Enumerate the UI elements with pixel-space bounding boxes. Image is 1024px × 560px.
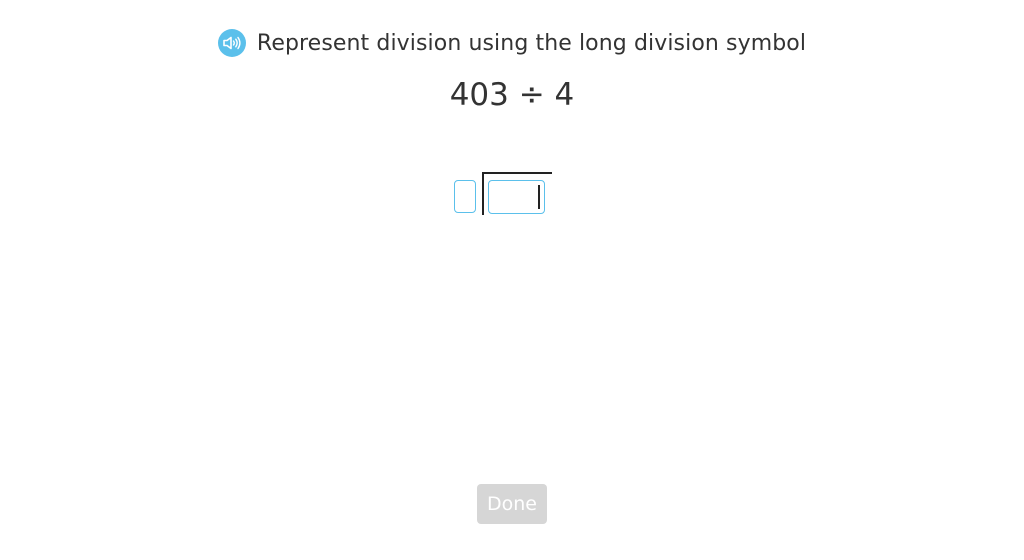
- done-button[interactable]: Done: [477, 484, 547, 524]
- read-aloud-button[interactable]: [217, 29, 246, 57]
- text-cursor: [538, 185, 540, 209]
- long-division-input: [454, 172, 554, 218]
- question-text: Represent division using the long divisi…: [256, 30, 807, 56]
- problem-screen: Represent division using the long divisi…: [0, 0, 1024, 560]
- speaker-icon: [223, 36, 241, 50]
- division-expression: 403 ÷ 4: [449, 77, 575, 113]
- dividend-input[interactable]: [488, 180, 545, 214]
- divisor-input[interactable]: [454, 180, 476, 213]
- question-row: Represent division using the long divisi…: [0, 29, 1024, 57]
